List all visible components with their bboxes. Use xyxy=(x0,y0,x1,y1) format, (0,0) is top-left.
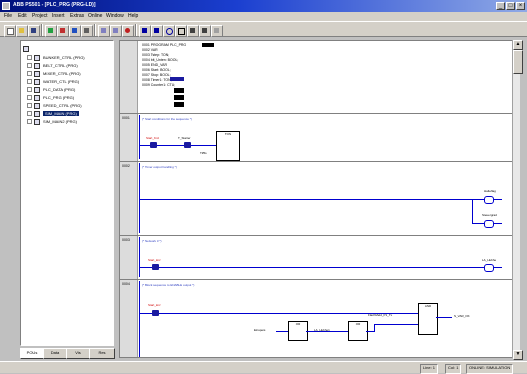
stop-icon[interactable] xyxy=(81,25,93,37)
tree-tabs: POUs Data Vis Res xyxy=(20,348,115,359)
contact-label: T_Starter xyxy=(178,136,191,140)
decl-highlight xyxy=(202,43,214,47)
menu-extras[interactable]: Extras xyxy=(70,13,84,19)
scroll-up-icon[interactable]: ▲ xyxy=(513,40,523,50)
new-icon[interactable] xyxy=(4,25,16,37)
coil-icon[interactable] xyxy=(163,25,175,37)
tree-item-selected[interactable]: SIM_MAIN (PRG) xyxy=(27,110,113,117)
parallel-contact-icon[interactable] xyxy=(151,25,163,37)
contact-label: Start_knz xyxy=(148,258,161,262)
scroll-down-icon[interactable]: ▼ xyxy=(513,350,523,360)
tab-res[interactable]: Res xyxy=(89,348,115,359)
contact-label: Start_Knz xyxy=(146,136,160,140)
input-label: FlachMeld_P1_Tx xyxy=(368,313,393,317)
tab-pous[interactable]: POUs xyxy=(20,348,44,359)
toolbar xyxy=(0,21,527,37)
jump-icon[interactable] xyxy=(187,25,199,37)
menu-online[interactable]: Online xyxy=(88,13,102,19)
decl-highlight xyxy=(174,102,184,107)
network-comment: (* Start conditions for the sequence *) xyxy=(142,117,192,121)
network-number: 0001 xyxy=(122,116,130,120)
function-block-ton[interactable]: TON xyxy=(216,131,240,161)
app-icon xyxy=(2,2,10,10)
decl-line: 0009 Counter1: CTU; xyxy=(142,83,176,87)
minimize-button[interactable]: _ xyxy=(496,2,505,10)
comment-icon[interactable] xyxy=(211,25,223,37)
save-icon[interactable] xyxy=(28,25,40,37)
breakpoint-icon[interactable] xyxy=(122,25,134,37)
run-icon[interactable] xyxy=(69,25,81,37)
contact[interactable] xyxy=(150,142,157,148)
close-button[interactable]: × xyxy=(516,2,525,10)
status-bar: Line: 1 Col: 1 ONLINE: SIMULATION xyxy=(0,361,527,374)
coil[interactable] xyxy=(484,220,494,228)
network-number: 0002 xyxy=(122,164,130,168)
tab-data[interactable]: Data xyxy=(43,348,67,359)
menu-bar: File Edit Project Insert Extras Online W… xyxy=(0,12,527,21)
login-icon[interactable] xyxy=(45,25,57,37)
maximize-button[interactable]: □ xyxy=(506,2,515,10)
tree-item[interactable]: PLC_PRG (PRG) xyxy=(27,94,113,101)
tree-item[interactable]: SIM_MAIN2 (PRG) xyxy=(27,118,113,125)
network-number: 0004 xyxy=(122,282,130,286)
menu-help[interactable]: Help xyxy=(128,13,138,19)
tab-vis[interactable]: Vis xyxy=(66,348,90,359)
tree-item[interactable]: PLC_DATA (PRG) xyxy=(27,86,113,93)
decl-highlight xyxy=(170,77,184,81)
box-icon[interactable] xyxy=(175,25,187,37)
menu-insert[interactable]: Insert xyxy=(52,13,65,19)
pt-label: T#5s xyxy=(200,151,207,155)
coil[interactable] xyxy=(484,264,494,272)
contact[interactable] xyxy=(152,310,159,316)
coil-label: Halteflag xyxy=(484,189,496,193)
vertical-scrollbar[interactable]: ▲ ▼ xyxy=(512,40,523,360)
window-title: ABB PS501 - [PLC_PRG (PRG-LD)] xyxy=(13,2,96,8)
title-bar: ABB PS501 - [PLC_PRG (PRG-LD)] _ □ × xyxy=(0,0,527,12)
function-block-or[interactable]: OR xyxy=(348,321,368,341)
menu-file[interactable]: File xyxy=(4,13,12,19)
tree-item[interactable]: SPEED_CTRL (PRG) xyxy=(27,102,113,109)
contact-icon[interactable] xyxy=(139,25,151,37)
input-label: LA_Hubhe1 xyxy=(314,328,330,332)
contact-label: Start_knz xyxy=(148,303,161,307)
menu-project[interactable]: Project xyxy=(32,13,48,19)
step-in-icon[interactable] xyxy=(110,25,122,37)
function-block-and[interactable]: AND xyxy=(418,303,438,335)
network-comment: (* Block sequence to ENABLE output *) xyxy=(142,283,195,287)
contact[interactable] xyxy=(152,264,159,270)
network-number: 0003 xyxy=(122,238,130,242)
coil-label: LA_Hubhe xyxy=(482,258,497,262)
decl-highlight xyxy=(174,95,184,100)
input-label: Einspeis xyxy=(254,328,266,332)
tree-item[interactable]: BELT_CTRL (PRG) xyxy=(27,62,113,69)
logout-icon[interactable] xyxy=(57,25,69,37)
scroll-thumb[interactable] xyxy=(513,50,523,74)
output-label: S_VAR_OK xyxy=(454,314,470,318)
function-block-or[interactable]: OR xyxy=(288,321,308,341)
project-tree: BUNKER_CTRL (PRG) BELT_CTRL (PRG) MIXER_… xyxy=(20,40,114,346)
tree-item[interactable]: BUNKER_CTRL (PRG) xyxy=(27,54,113,61)
coil[interactable] xyxy=(484,196,494,204)
return-icon[interactable] xyxy=(199,25,211,37)
step-over-icon[interactable] xyxy=(98,25,110,37)
network-comment: (* Network 3 *) xyxy=(142,239,162,243)
contact[interactable] xyxy=(184,142,191,148)
network-comment: (* Timer output handling *) xyxy=(142,165,177,169)
tree-item[interactable]: MIXER_CTRL (PRG) xyxy=(27,70,113,77)
open-icon[interactable] xyxy=(16,25,28,37)
menu-edit[interactable]: Edit xyxy=(18,13,27,19)
menu-window[interactable]: Window xyxy=(106,13,124,19)
tree-root[interactable] xyxy=(23,45,109,52)
decl-highlight xyxy=(174,88,184,93)
network-gutter xyxy=(120,41,138,357)
tree-item[interactable]: WATER_CTL (PRG) xyxy=(27,78,113,85)
ladder-editor[interactable]: 0001 PROGRAM PLC_PRG 0002 VAR 0003 Tstep… xyxy=(119,40,519,358)
coil-label: Steuergrad xyxy=(482,213,497,217)
